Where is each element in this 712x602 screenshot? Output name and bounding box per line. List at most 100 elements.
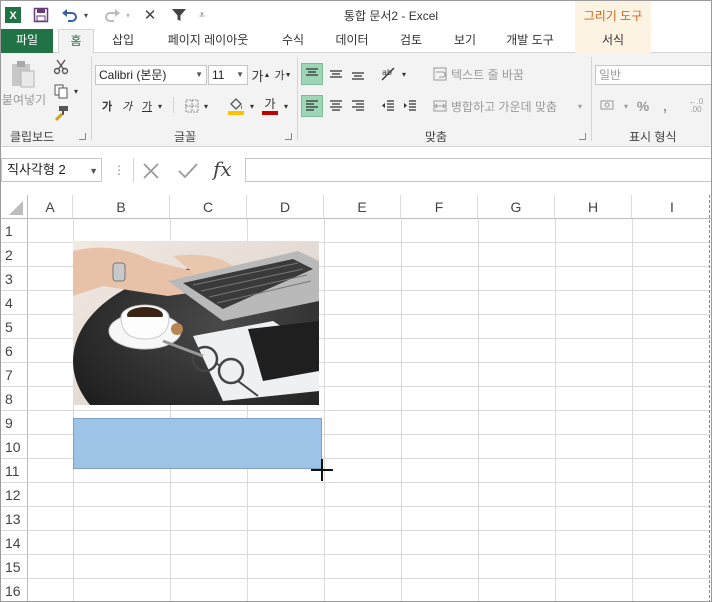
font-launcher-icon[interactable] <box>285 133 292 140</box>
column-header-b[interactable]: B <box>73 195 170 219</box>
cancel-icon[interactable] <box>141 161 161 181</box>
percent-button[interactable]: % <box>635 95 651 117</box>
font-size-select[interactable]: 11 ▼ <box>208 65 248 85</box>
align-center-icon[interactable] <box>325 95 347 117</box>
underline-button[interactable]: 가 <box>139 97 155 115</box>
grid-line <box>28 578 711 579</box>
column-header-f[interactable]: F <box>401 195 478 219</box>
wrap-text-icon[interactable] <box>431 65 449 83</box>
copy-icon[interactable] <box>51 81 71 101</box>
tab-format[interactable]: 서식 <box>575 29 651 53</box>
copy-dropdown-icon[interactable]: ▾ <box>71 81 81 101</box>
tab-file[interactable]: 파일 <box>1 29 53 53</box>
row-header-1[interactable]: 1 <box>1 219 28 243</box>
name-box[interactable]: 직사각형 2 ▼ <box>1 158 102 182</box>
row-header-11[interactable]: 11 <box>1 459 28 483</box>
fill-color-dropdown-icon[interactable]: ▾ <box>247 97 257 115</box>
increase-indent-icon[interactable] <box>399 95 421 117</box>
font-color-dropdown-icon[interactable]: ▾ <box>281 97 291 115</box>
wrap-text-button[interactable]: 텍스트 줄 바꿈 <box>451 65 537 83</box>
merge-center-icon[interactable] <box>431 97 449 115</box>
tab-review[interactable]: 검토 <box>393 29 429 53</box>
row-header-14[interactable]: 14 <box>1 531 28 555</box>
select-all-corner[interactable] <box>1 195 28 219</box>
column-header-e[interactable]: E <box>324 195 401 219</box>
row-header-13[interactable]: 13 <box>1 507 28 531</box>
formula-input[interactable] <box>245 158 711 182</box>
font-group-label: 글꼴 <box>174 130 197 144</box>
column-header-d[interactable]: D <box>247 195 324 219</box>
column-header-i[interactable]: I <box>632 195 711 219</box>
borders-dropdown-icon[interactable]: ▾ <box>201 97 211 115</box>
undo-dropdown-icon[interactable]: ▾ <box>81 5 91 25</box>
tab-page-layout[interactable]: 페이지 레이아웃 <box>159 29 257 53</box>
align-left-icon[interactable] <box>301 95 323 117</box>
column-header-c[interactable]: C <box>170 195 247 219</box>
row-header-10[interactable]: 10 <box>1 435 28 459</box>
rectangle-shape[interactable] <box>73 418 322 469</box>
row-header-3[interactable]: 3 <box>1 267 28 291</box>
orientation-icon[interactable]: ab <box>377 63 399 85</box>
row-header-7[interactable]: 7 <box>1 363 28 387</box>
format-painter-icon[interactable] <box>51 103 71 123</box>
align-top-icon[interactable] <box>301 63 323 85</box>
row-header-5[interactable]: 5 <box>1 315 28 339</box>
row-header-2[interactable]: 2 <box>1 243 28 267</box>
accounting-format-icon[interactable] <box>597 95 621 117</box>
inserted-picture[interactable] <box>73 241 319 405</box>
underline-dropdown-icon[interactable]: ▾ <box>155 97 165 115</box>
cut-icon[interactable] <box>51 57 71 77</box>
align-right-icon[interactable] <box>347 95 369 117</box>
alignment-launcher-icon[interactable] <box>579 133 586 140</box>
merge-center-button[interactable]: 병합하고 가운데 맞춤 <box>451 97 573 115</box>
accounting-dropdown-icon[interactable]: ▾ <box>621 95 631 117</box>
fill-color-icon[interactable] <box>225 95 247 117</box>
bold-button[interactable]: 가 <box>99 97 115 115</box>
column-header-h[interactable]: H <box>555 195 632 219</box>
filter-icon[interactable] <box>169 5 189 25</box>
grid-line <box>28 506 711 507</box>
enter-check-icon[interactable] <box>177 161 199 181</box>
chevron-down-icon: ▼ <box>195 70 203 79</box>
row-header-9[interactable]: 9 <box>1 411 28 435</box>
borders-icon[interactable] <box>183 97 201 115</box>
undo-icon[interactable] <box>59 5 81 25</box>
tab-developer[interactable]: 개발 도구 <box>499 29 561 53</box>
increase-decimal-icon[interactable]: ←.0.00 <box>683 95 709 117</box>
close-x-icon[interactable]: ✕ <box>141 5 159 25</box>
customize-toolbar-icon[interactable]: ⩡ <box>195 5 209 25</box>
row-header-16[interactable]: 16 <box>1 579 28 601</box>
clipboard-launcher-icon[interactable] <box>79 133 86 140</box>
tab-view[interactable]: 보기 <box>447 29 483 53</box>
row-header-4[interactable]: 4 <box>1 291 28 315</box>
tab-data[interactable]: 데이터 <box>331 29 373 53</box>
svg-text:X: X <box>9 10 17 22</box>
decrease-indent-icon[interactable] <box>377 95 399 117</box>
orientation-dropdown-icon[interactable]: ▾ <box>399 63 409 85</box>
comma-style-icon[interactable]: , <box>657 95 673 117</box>
tab-insert[interactable]: 삽입 <box>105 29 141 53</box>
column-header-g[interactable]: G <box>478 195 555 219</box>
tab-formulas[interactable]: 수식 <box>275 29 311 53</box>
row-header-15[interactable]: 15 <box>1 555 28 579</box>
font-color-icon[interactable]: 가 <box>259 95 281 117</box>
paste-icon[interactable] <box>5 59 41 89</box>
italic-button[interactable]: 가 <box>119 97 135 115</box>
align-bottom-icon[interactable] <box>347 63 369 85</box>
row-header-12[interactable]: 12 <box>1 483 28 507</box>
increase-font-size-icon[interactable]: 가 ▲ <box>252 66 271 84</box>
tab-home[interactable]: 홈 <box>58 29 94 54</box>
more-options-icon[interactable]: ⋮ <box>113 163 125 177</box>
paste-button[interactable]: 붙여넣기 <box>1 91 47 107</box>
number-format-select[interactable]: 일반 <box>595 65 711 85</box>
font-name-select[interactable]: Calibri (본문) ▼ <box>95 65 207 85</box>
merge-dropdown-icon[interactable]: ▾ <box>575 97 585 115</box>
row-header-8[interactable]: 8 <box>1 387 28 411</box>
row-header-6[interactable]: 6 <box>1 339 28 363</box>
excel-app-icon[interactable]: X <box>3 5 23 25</box>
insert-function-icon[interactable]: fx <box>213 157 232 181</box>
column-header-a[interactable]: A <box>28 195 73 219</box>
decrease-font-size-icon[interactable]: 가 ▼ <box>274 66 292 84</box>
align-middle-icon[interactable] <box>325 63 347 85</box>
save-icon[interactable] <box>31 5 51 25</box>
